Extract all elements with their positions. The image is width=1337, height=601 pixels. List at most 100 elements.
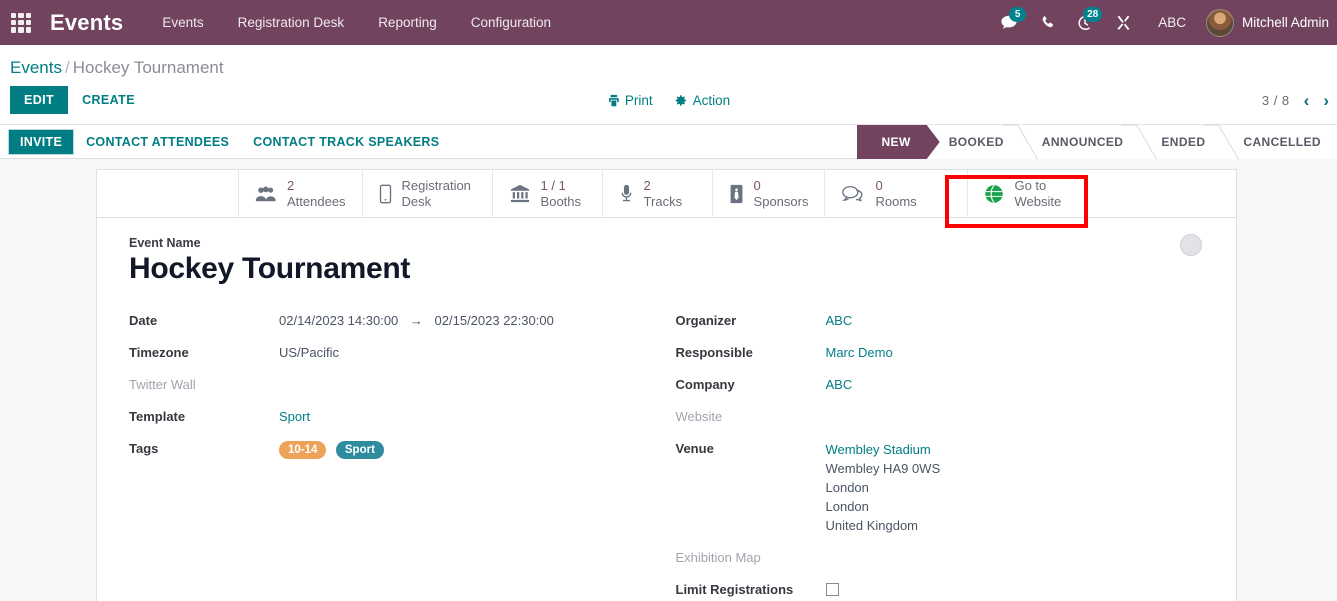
stat-value-booths: 1 / 1 — [540, 178, 566, 194]
field-row-timezone: Timezone US/Pacific — [129, 344, 668, 364]
company-switcher[interactable]: ABC — [1142, 0, 1202, 45]
website-label: Website — [675, 409, 723, 424]
limit-registrations-value — [825, 581, 839, 601]
twitter-wall-label: Twitter Wall — [129, 377, 196, 392]
pager-next-button[interactable]: › — [1323, 92, 1329, 109]
bank-icon — [509, 184, 531, 203]
apps-grid-icon[interactable] — [8, 10, 34, 36]
avatar — [1205, 8, 1234, 37]
printer-icon — [608, 94, 619, 106]
stat-button-rooms[interactable]: 0 Rooms — [825, 170, 969, 217]
field-row-website: Website — [676, 408, 1207, 428]
stat-text-sponsors: 0 Sponsors — [754, 178, 809, 209]
breadcrumb-current: Hockey Tournament — [72, 58, 224, 77]
form-columns: Date 02/14/2023 14:30:00 → 02/15/2023 22… — [129, 312, 1206, 601]
activities-clock-icon[interactable]: 28 — [1066, 0, 1104, 45]
statusbar-buttons: INVITE CONTACT ATTENDEES CONTACT TRACK S… — [0, 125, 451, 158]
menu-item-reporting[interactable]: Reporting — [361, 0, 454, 45]
action-label: Action — [692, 92, 731, 108]
debug-tools-icon[interactable] — [1104, 0, 1142, 45]
event-cover-image-placeholder[interactable] — [1180, 234, 1202, 256]
responsible-value[interactable]: Marc Demo — [826, 344, 893, 360]
user-menu[interactable]: Mitchell Admin — [1202, 8, 1333, 37]
venue-line[interactable]: Wembley Stadium — [826, 440, 941, 459]
form-column-left: Date 02/14/2023 14:30:00 → 02/15/2023 22… — [129, 312, 668, 601]
pager: 3 / 8 ‹ › — [1262, 92, 1329, 109]
field-row-tags: Tags 10-14 Sport — [129, 440, 668, 460]
venue-label: Venue — [675, 441, 714, 456]
stage-announced[interactable]: ANNOUNCED — [1019, 125, 1140, 159]
field-row-date: Date 02/14/2023 14:30:00 → 02/15/2023 22… — [129, 312, 668, 332]
form-column-right: Organizer ABC Responsible Marc Demo Comp… — [668, 312, 1207, 601]
stat-value-tracks: 2 — [643, 178, 651, 194]
control-panel: Events / Hockey Tournament EDIT CREATE Pri… — [0, 45, 1337, 125]
stat-label-sponsors: Sponsors — [753, 193, 809, 209]
stat-text-go-to-website: Go to Website — [1014, 178, 1068, 209]
top-navbar: Events Events Registration Desk Reportin… — [0, 0, 1337, 45]
contact-track-speakers-button[interactable]: CONTACT TRACK SPEAKERS — [241, 129, 451, 155]
app-brand-events[interactable]: Events — [50, 10, 123, 36]
menu-item-registration-desk[interactable]: Registration Desk — [221, 0, 362, 45]
limit-registrations-checkbox[interactable] — [825, 583, 839, 596]
microphone-icon — [619, 184, 634, 204]
venue-address: Wembley Stadium Wembley HA9 0WS London L… — [826, 440, 941, 535]
stat-label-registration-desk: Registration Desk — [401, 178, 471, 209]
status-bar: INVITE CONTACT ATTENDEES CONTACT TRACK S… — [0, 125, 1337, 159]
field-row-venue: Venue Wembley Stadium Wembley HA9 0WS Lo… — [676, 440, 1207, 535]
field-row-template: Template Sport — [129, 408, 668, 428]
stat-value-attendees: 2 — [287, 178, 295, 194]
stat-button-registration-desk[interactable]: Registration Desk — [363, 170, 493, 217]
field-row-twitter-wall: Twitter Wall — [129, 376, 668, 396]
menu-item-events[interactable]: Events — [145, 0, 220, 45]
action-button[interactable]: Action — [675, 92, 731, 108]
stat-value-sponsors: 0 — [753, 178, 761, 194]
stat-button-row: 2 Attendees Registration Desk 1 / 1 Boot… — [97, 170, 1236, 218]
company-value[interactable]: ABC — [826, 376, 853, 392]
user-name: Mitchell Admin — [1241, 15, 1329, 30]
control-panel-actions: Print Action — [607, 93, 730, 108]
phone-icon[interactable] — [1028, 0, 1066, 45]
users-icon — [255, 186, 277, 202]
tag-badge[interactable]: 10-14 — [279, 441, 327, 459]
breadcrumb-separator: / — [64, 58, 70, 77]
stat-text-tracks: 2 Tracks — [644, 178, 683, 209]
field-row-responsible: Responsible Marc Demo — [676, 344, 1207, 364]
activities-badge: 28 — [1083, 7, 1103, 22]
stage-booked[interactable]: BOOKED — [926, 125, 1020, 159]
venue-line: London — [825, 499, 869, 514]
create-button[interactable]: CREATE — [68, 86, 149, 114]
chat-bubbles-icon — [841, 185, 865, 203]
menu-item-configuration[interactable]: Configuration — [454, 0, 568, 45]
stage-pipeline: NEW BOOKED ANNOUNCED ENDED CANCELLED — [857, 125, 1337, 159]
date-value: 02/14/2023 14:30:00 → 02/15/2023 22:30:0… — [279, 312, 554, 328]
stat-button-go-to-website[interactable]: Go to Website — [968, 170, 1084, 217]
date-start: 02/14/2023 14:30:00 — [279, 313, 399, 328]
stat-label-attendees: Attendees — [287, 193, 346, 209]
venue-line: United Kingdom — [825, 518, 919, 533]
invite-button[interactable]: INVITE — [8, 128, 75, 155]
stat-text-registration-desk: Registration Desk — [402, 178, 476, 209]
page-title: Hockey Tournament — [129, 252, 411, 285]
breadcrumb-root-events[interactable]: Events — [10, 58, 62, 77]
stage-new[interactable]: NEW — [857, 125, 927, 159]
tag-badge[interactable]: Sport — [335, 441, 384, 459]
messages-icon[interactable]: 5 — [990, 0, 1028, 45]
print-button[interactable]: Print — [607, 93, 653, 108]
content-area: 2 Attendees Registration Desk 1 / 1 Boot… — [0, 159, 1337, 601]
template-value[interactable]: Sport — [279, 408, 310, 424]
timezone-label: Timezone — [129, 345, 189, 360]
contact-attendees-button[interactable]: CONTACT ATTENDEES — [74, 129, 241, 155]
edit-button[interactable]: EDIT — [10, 86, 69, 114]
pager-previous-button[interactable]: ‹ — [1304, 92, 1310, 109]
print-label: Print — [624, 92, 653, 108]
field-row-limit-registrations: Limit Registrations — [676, 581, 1207, 601]
stat-button-booths[interactable]: 1 / 1 Booths — [493, 170, 603, 217]
field-row-company: Company ABC — [676, 376, 1207, 396]
stat-button-tracks[interactable]: 2 Tracks — [603, 170, 713, 217]
stat-button-sponsors[interactable]: 0 Sponsors — [713, 170, 826, 217]
field-row-exhibition-map: Exhibition Map — [676, 549, 1207, 569]
stat-button-attendees[interactable]: 2 Attendees — [239, 170, 363, 217]
organizer-value[interactable]: ABC — [826, 312, 853, 328]
navbar-right-tools: 5 28 ABC Mitchell Admin — [990, 0, 1337, 45]
stage-cancelled[interactable]: CANCELLED — [1221, 125, 1337, 159]
